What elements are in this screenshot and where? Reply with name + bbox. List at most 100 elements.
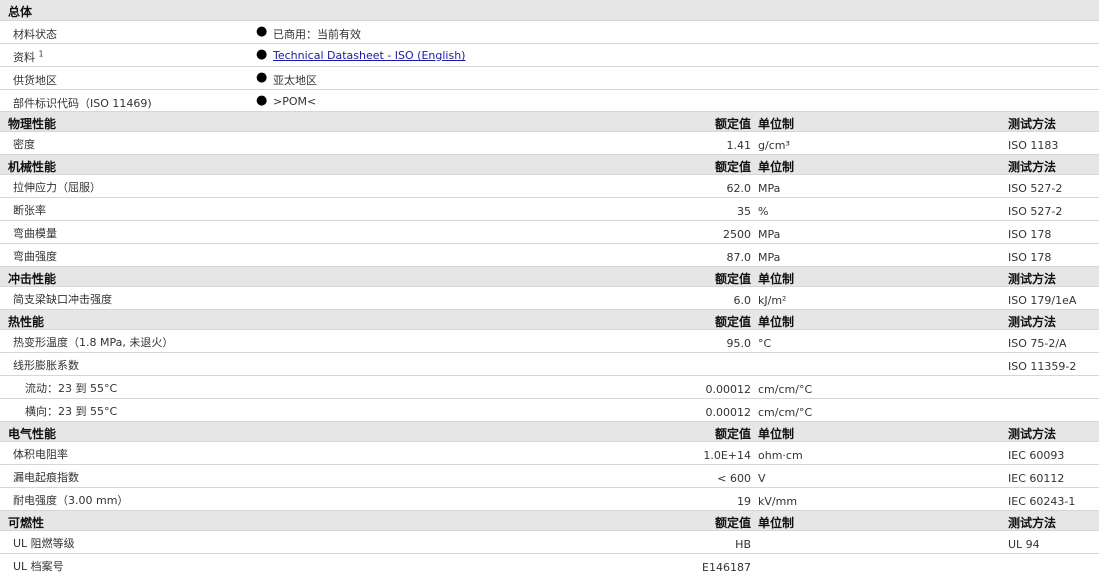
label-text: 资料	[13, 51, 35, 64]
property-method: UL 94	[1008, 538, 1040, 551]
row-value: 亚太地区	[273, 74, 317, 87]
column-header-value: 额定值	[714, 160, 751, 174]
property-unit: MPa	[758, 228, 781, 241]
property-value: 35	[737, 205, 751, 218]
section-header-physical: 物理性能 额定值 单位制 测试方法	[0, 112, 1099, 132]
property-value: 1.41	[726, 139, 752, 152]
property-label: 弯曲强度	[13, 250, 57, 263]
property-value: 0.00012	[705, 383, 752, 396]
column-header-method: 测试方法	[1008, 117, 1057, 131]
property-method: IEC 60112	[1008, 472, 1065, 485]
section-header-impact: 冲击性能 额定值 单位制 测试方法	[0, 267, 1099, 287]
column-header-value: 额定值	[714, 427, 751, 441]
section-header-mechanical: 机械性能 额定值 单位制 测试方法	[0, 155, 1099, 175]
property-value: 2500	[723, 228, 751, 241]
property-label: 耐电强度（3.00 mm）	[13, 494, 129, 507]
property-unit: ohm·cm	[758, 449, 803, 462]
property-value: 6.0	[733, 294, 752, 307]
property-row-charpy-notched: 简支梁缺口冲击强度 6.0 kJ/m² ISO 179/1eA	[0, 287, 1099, 310]
row-label: 材料状态	[13, 28, 57, 41]
bullet-icon: ●	[256, 70, 268, 85]
bullet-icon: ●	[256, 47, 268, 62]
property-unit: cm/cm/°C	[758, 406, 813, 419]
property-unit: cm/cm/°C	[758, 383, 813, 396]
property-row-density: 密度 1.41 g/cm³ ISO 1183	[0, 132, 1099, 155]
property-value: HB	[735, 538, 751, 551]
row-value: 已商用：当前有效	[273, 28, 361, 41]
property-method: ISO 1183	[1008, 139, 1059, 152]
section-header-thermal: 热性能 额定值 单位制 测试方法	[0, 310, 1099, 330]
property-method: ISO 178	[1008, 251, 1052, 264]
property-method: ISO 178	[1008, 228, 1052, 241]
property-value: 19	[737, 495, 751, 508]
property-unit: kJ/m²	[758, 294, 787, 307]
general-row-status: 材料状态 ● 已商用：当前有效	[0, 21, 1099, 44]
property-row-flexural-modulus: 弯曲模量 2500 MPa ISO 178	[0, 221, 1099, 244]
property-unit: °C	[758, 337, 772, 350]
property-row-elongation: 断张率 35 % ISO 527-2	[0, 198, 1099, 221]
column-header-value: 额定值	[714, 272, 751, 286]
section-title: 热性能	[8, 315, 45, 329]
property-method: ISO 11359-2	[1008, 360, 1077, 373]
property-row-dielectric-strength: 耐电强度（3.00 mm） 19 kV/mm IEC 60243-1	[0, 488, 1099, 511]
section-header-flammability: 可燃性 额定值 单位制 测试方法	[0, 511, 1099, 531]
property-label: 断张率	[13, 204, 46, 217]
section-title: 冲击性能	[8, 272, 57, 286]
general-row-documents: 资料 1 ● Technical Datasheet - ISO (Englis…	[0, 44, 1099, 67]
column-header-method: 测试方法	[1008, 427, 1057, 441]
property-value: E146187	[702, 561, 751, 574]
footnote-marker: 1	[38, 49, 44, 59]
row-label: 部件标识代码（ISO 11469)	[13, 97, 152, 110]
property-unit: %	[758, 205, 769, 218]
section-title: 物理性能	[8, 117, 57, 131]
property-label: 弯曲模量	[13, 227, 57, 240]
section-title: 机械性能	[8, 160, 57, 174]
property-label: 简支梁缺口冲击强度	[13, 293, 112, 306]
technical-datasheet-link[interactable]: Technical Datasheet - ISO (English)	[273, 49, 465, 62]
property-unit: MPa	[758, 182, 781, 195]
section-header-general: 总体	[0, 0, 1099, 21]
column-header-method: 测试方法	[1008, 315, 1057, 329]
bullet-icon: ●	[256, 93, 268, 108]
column-header-value: 额定值	[714, 516, 751, 530]
row-label: 资料 1	[13, 49, 44, 65]
property-row-ul-file: UL 档案号 E146187	[0, 554, 1099, 577]
column-header-value: 额定值	[714, 117, 751, 131]
column-header-unit: 单位制	[758, 160, 795, 174]
property-row-hdt: 热变形温度（1.8 MPa, 未退火） 95.0 °C ISO 75-2/A	[0, 330, 1099, 353]
property-value: 95.0	[726, 337, 752, 350]
property-label: UL 阻燃等级	[13, 537, 75, 550]
property-row-tensile-stress: 拉伸应力（屈服） 62.0 MPa ISO 527-2	[0, 175, 1099, 198]
bullet-icon: ●	[256, 24, 268, 39]
property-value: < 600	[717, 472, 751, 485]
general-row-part-marking: 部件标识代码（ISO 11469) ● >POM<	[0, 90, 1099, 112]
property-row-clte-flow: 流动：23 到 55°C 0.00012 cm/cm/°C	[0, 376, 1099, 399]
column-header-unit: 单位制	[758, 516, 795, 530]
column-header-unit: 单位制	[758, 427, 795, 441]
property-row-ul-rating: UL 阻燃等级 HB UL 94	[0, 531, 1099, 554]
column-header-unit: 单位制	[758, 272, 795, 286]
property-value: 87.0	[726, 251, 752, 264]
property-unit: MPa	[758, 251, 781, 264]
property-row-clte: 线形膨胀系数 ISO 11359-2	[0, 353, 1099, 376]
column-header-method: 测试方法	[1008, 516, 1057, 530]
property-value: 1.0E+14	[703, 449, 751, 462]
property-label: UL 档案号	[13, 560, 64, 573]
property-label: 线形膨胀系数	[13, 359, 79, 372]
property-value: 62.0	[726, 182, 752, 195]
property-unit: V	[758, 472, 766, 485]
section-header-electrical: 电气性能 额定值 单位制 测试方法	[0, 422, 1099, 442]
section-title: 总体	[8, 5, 33, 19]
property-row-clte-transverse: 横向：23 到 55°C 0.00012 cm/cm/°C	[0, 399, 1099, 422]
property-row-cti: 漏电起痕指数 < 600 V IEC 60112	[0, 465, 1099, 488]
datasheet: 总体 材料状态 ● 已商用：当前有效 资料 1 ● Technical Data…	[0, 0, 1099, 577]
section-title: 电气性能	[8, 427, 57, 441]
property-label: 密度	[13, 138, 35, 151]
property-label: 横向：23 到 55°C	[25, 405, 118, 418]
property-row-flexural-strength: 弯曲强度 87.0 MPa ISO 178	[0, 244, 1099, 267]
general-row-region: 供货地区 ● 亚太地区	[0, 67, 1099, 90]
property-method: IEC 60093	[1008, 449, 1065, 462]
column-header-unit: 单位制	[758, 315, 795, 329]
property-value: 0.00012	[705, 406, 752, 419]
column-header-unit: 单位制	[758, 117, 795, 131]
